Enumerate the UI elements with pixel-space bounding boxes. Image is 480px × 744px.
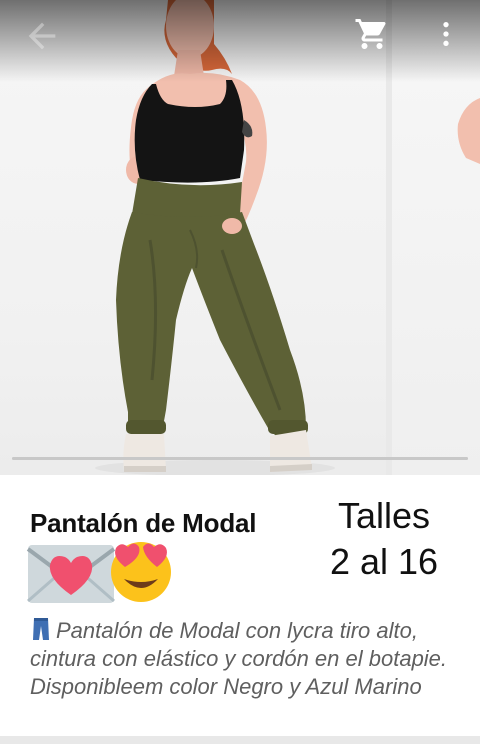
sizes-heading: Talles (337, 495, 431, 536)
carousel-progress-track (12, 457, 468, 460)
product-info: Pantalón de Modal Talles 2 al 16 Pantaló… (0, 475, 480, 744)
sizes-range: 2 al 16 (329, 541, 439, 582)
product-description-text: Pantalón de Modal con lycra tiro alto, c… (30, 618, 448, 699)
sizes-label: Talles 2 al 16 (296, 493, 472, 585)
arrow-back-icon[interactable] (22, 16, 62, 56)
carousel-progress-fill (12, 457, 468, 460)
jeans-emoji-icon (33, 618, 49, 640)
bottom-edge (0, 736, 480, 744)
app-bar (0, 0, 480, 72)
love-letter-emoji-icon (26, 545, 116, 603)
product-description: Pantalón de Modal con lycra tiro alto, c… (30, 617, 450, 701)
heart-eyes-emoji-icon (111, 542, 171, 602)
shopping-cart-icon[interactable] (354, 16, 390, 52)
product-title: Pantalón de Modal (30, 508, 257, 538)
more-vert-icon[interactable] (430, 16, 462, 52)
